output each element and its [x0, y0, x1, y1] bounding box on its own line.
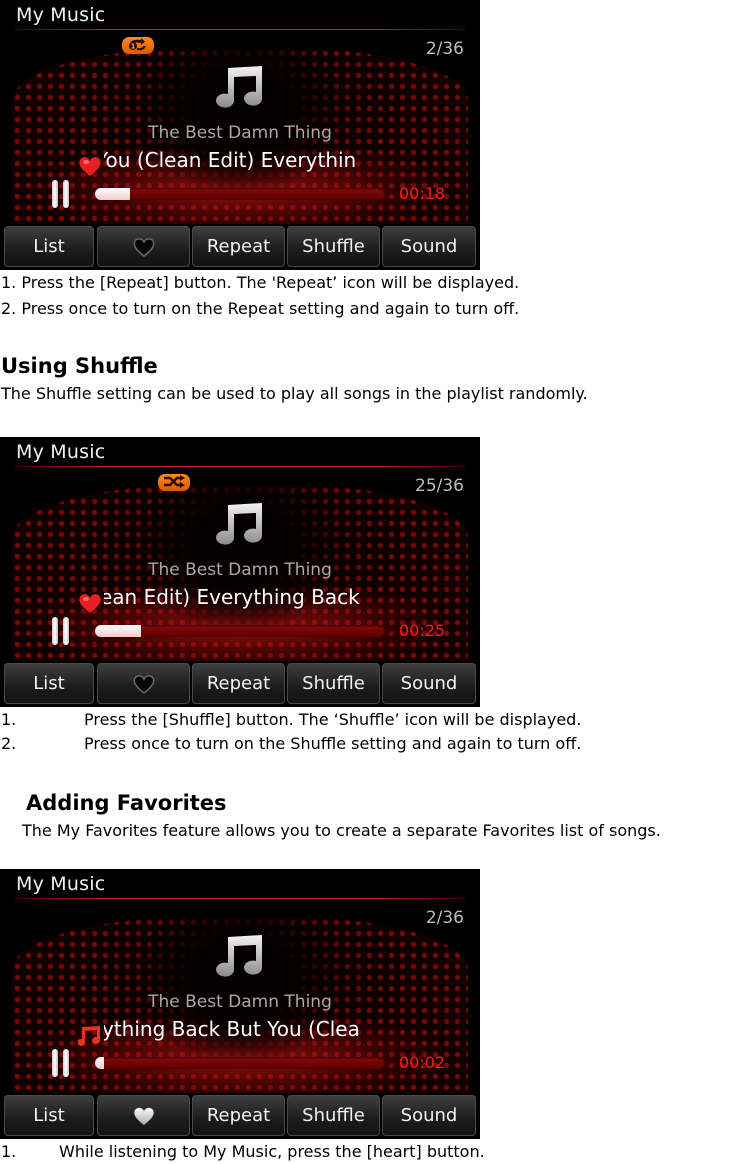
pause-icon[interactable] [52, 180, 72, 210]
screen-title: My Music [16, 873, 106, 895]
title-divider [14, 898, 466, 899]
music-screen-shuffle: My Music 25/36 The Best Damn Thing ean E… [0, 437, 480, 707]
elapsed-time: 00:25 [399, 621, 446, 640]
progress-bar[interactable] [95, 1057, 385, 1069]
shuffle-button[interactable]: Shuffle [287, 1095, 380, 1136]
repeat-button[interactable]: Repeat [192, 663, 285, 704]
heart-outline-icon [133, 674, 154, 694]
album-name: The Best Damn Thing [148, 123, 332, 143]
song-title-marquee: ean Edit) Everything Back [104, 585, 392, 613]
progress-fill [95, 188, 130, 200]
song-title: You (Clean Edit) Everythin [104, 148, 357, 172]
music-note-icon [216, 935, 263, 977]
list-button[interactable]: List [4, 1095, 94, 1136]
sound-button[interactable]: Sound [382, 663, 476, 704]
step-number: 1. [1, 710, 17, 729]
elapsed-time: 00:02 [399, 1053, 446, 1072]
track-count: 2/36 [425, 908, 464, 928]
svg-text:1: 1 [131, 43, 136, 51]
favorites-step-1: 1. While listening to My Music, press the… [1, 1142, 485, 1161]
title-divider [14, 466, 466, 467]
favorites-description: The My Favorites feature allows you to c… [22, 821, 661, 840]
favorite-button[interactable] [97, 1095, 190, 1136]
shuffle-button[interactable]: Shuffle [287, 663, 380, 704]
shuffle-button[interactable]: Shuffle [287, 226, 380, 267]
screen-title: My Music [16, 4, 106, 26]
repeat-one-icon: 1 [122, 37, 154, 54]
screen-title: My Music [16, 441, 106, 463]
repeat-button[interactable]: Repeat [192, 226, 285, 267]
music-screen-favorites: My Music 2/36 The Best Damn Thing ything… [0, 869, 480, 1139]
music-screen-repeat: My Music 1 2/36 The Best Damn Thing You … [0, 0, 480, 270]
favorite-heart-icon [79, 157, 101, 176]
control-bar: List Repeat Shuffle Sound [4, 663, 476, 705]
step-number: 1. [1, 1142, 17, 1161]
heart-outline-icon [133, 237, 154, 257]
step-text: Press the [Shuffle] button. The ‘Shuffle… [84, 710, 582, 729]
sound-button[interactable]: Sound [382, 1095, 476, 1136]
shuffle-step-1: 1. Press the [Shuffle] button. The ‘Shuff… [1, 710, 581, 729]
shuffle-icon [158, 474, 190, 491]
favorite-heart-icon [79, 594, 101, 613]
favorite-button[interactable] [97, 226, 190, 267]
song-title: ean Edit) Everything Back [104, 585, 360, 609]
song-title-marquee: You (Clean Edit) Everythin [104, 148, 392, 176]
small-music-note-icon [78, 1026, 101, 1046]
progress-fill [95, 1057, 104, 1069]
repeat-step-1: 1. Press the [Repeat] button. The 'Repea… [1, 273, 520, 292]
shuffle-heading: Using Shuffle [1, 354, 158, 378]
list-button[interactable]: List [4, 663, 94, 704]
song-title: ything Back But You (Clea [104, 1017, 360, 1041]
album-name: The Best Damn Thing [148, 560, 332, 580]
list-button[interactable]: List [4, 226, 94, 267]
repeat-step-2: 2. Press once to turn on the Repeat sett… [1, 299, 520, 318]
pause-icon[interactable] [52, 1049, 72, 1079]
control-bar: List Repeat Shuffle Sound [4, 1095, 476, 1137]
favorites-heading: Adding Favorites [26, 791, 227, 815]
shuffle-step-2: 2. Press once to turn on the Shuffle sett… [1, 734, 581, 753]
progress-fill [95, 625, 142, 637]
favorite-button[interactable] [97, 663, 190, 704]
step-text: Press once to turn on the Shuffle settin… [84, 734, 582, 753]
step-text: While listening to My Music, press the [… [59, 1142, 485, 1161]
track-count: 2/36 [425, 39, 464, 59]
pause-icon[interactable] [52, 617, 72, 647]
shuffle-description: The Shuffle setting can be used to play … [1, 384, 588, 403]
sound-button[interactable]: Sound [382, 226, 476, 267]
album-name: The Best Damn Thing [148, 992, 332, 1012]
music-note-icon [216, 66, 263, 108]
step-number: 2. [1, 734, 17, 753]
heart-filled-icon [133, 1107, 154, 1125]
track-count: 25/36 [415, 476, 464, 496]
repeat-button[interactable]: Repeat [192, 1095, 285, 1136]
control-bar: List Repeat Shuffle Sound [4, 226, 476, 268]
music-note-icon [216, 503, 263, 545]
progress-bar[interactable] [95, 625, 385, 637]
song-title-marquee: ything Back But You (Clea [104, 1017, 392, 1045]
title-divider [14, 29, 466, 30]
elapsed-time: 00:18 [399, 184, 446, 203]
progress-bar[interactable] [95, 188, 385, 200]
